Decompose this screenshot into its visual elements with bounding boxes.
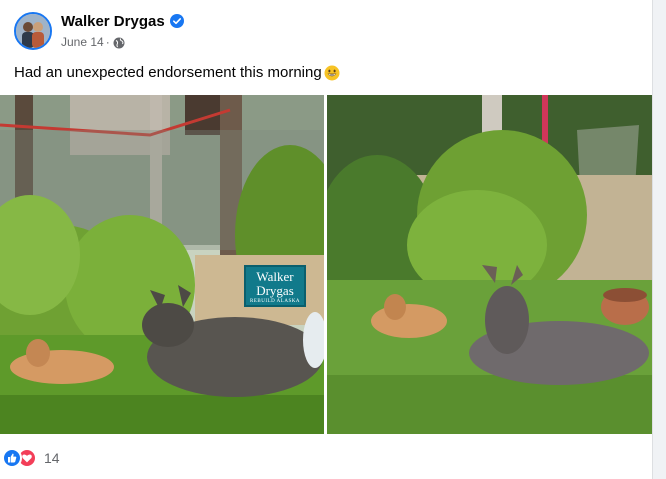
post-card: Walker Drygas June 14 · Had an unexpecte…	[0, 0, 653, 479]
reactions-bar[interactable]: 14	[2, 447, 60, 469]
photo-moose-with-sign[interactable]: Walker Drygas REBUILD ALASKA	[0, 95, 324, 434]
avatar-photo	[16, 14, 50, 48]
campaign-sign: Walker Drygas REBUILD ALASKA	[244, 265, 306, 307]
verified-badge-icon	[169, 14, 184, 28]
sign-line-2: Drygas	[256, 283, 294, 298]
post-caption: Had an unexpected endorsement this morni…	[14, 64, 340, 81]
date-row: June 14 ·	[61, 33, 184, 51]
separator-dot: ·	[105, 35, 110, 49]
post-date[interactable]: June 14	[61, 35, 104, 49]
caption-text: Had an unexpected endorsement this morni…	[14, 64, 322, 81]
author-row: Walker Drygas	[61, 11, 184, 31]
author-name[interactable]: Walker Drygas	[61, 13, 165, 30]
post-meta: Walker Drygas June 14 ·	[61, 11, 184, 51]
photo-right-image	[327, 95, 652, 434]
sign-line-1: Walker	[256, 269, 294, 284]
globe-icon[interactable]	[113, 36, 125, 49]
like-icon	[2, 448, 22, 468]
post-header: Walker Drygas June 14 ·	[14, 10, 184, 52]
photo-moose-resting[interactable]	[327, 95, 652, 434]
sign-line-3: REBUILD ALASKA	[250, 299, 300, 304]
reaction-count[interactable]: 14	[44, 450, 60, 466]
photo-grid: Walker Drygas REBUILD ALASKA	[0, 95, 652, 434]
grinning-face-emoji-icon	[324, 65, 340, 81]
avatar[interactable]	[14, 12, 52, 50]
